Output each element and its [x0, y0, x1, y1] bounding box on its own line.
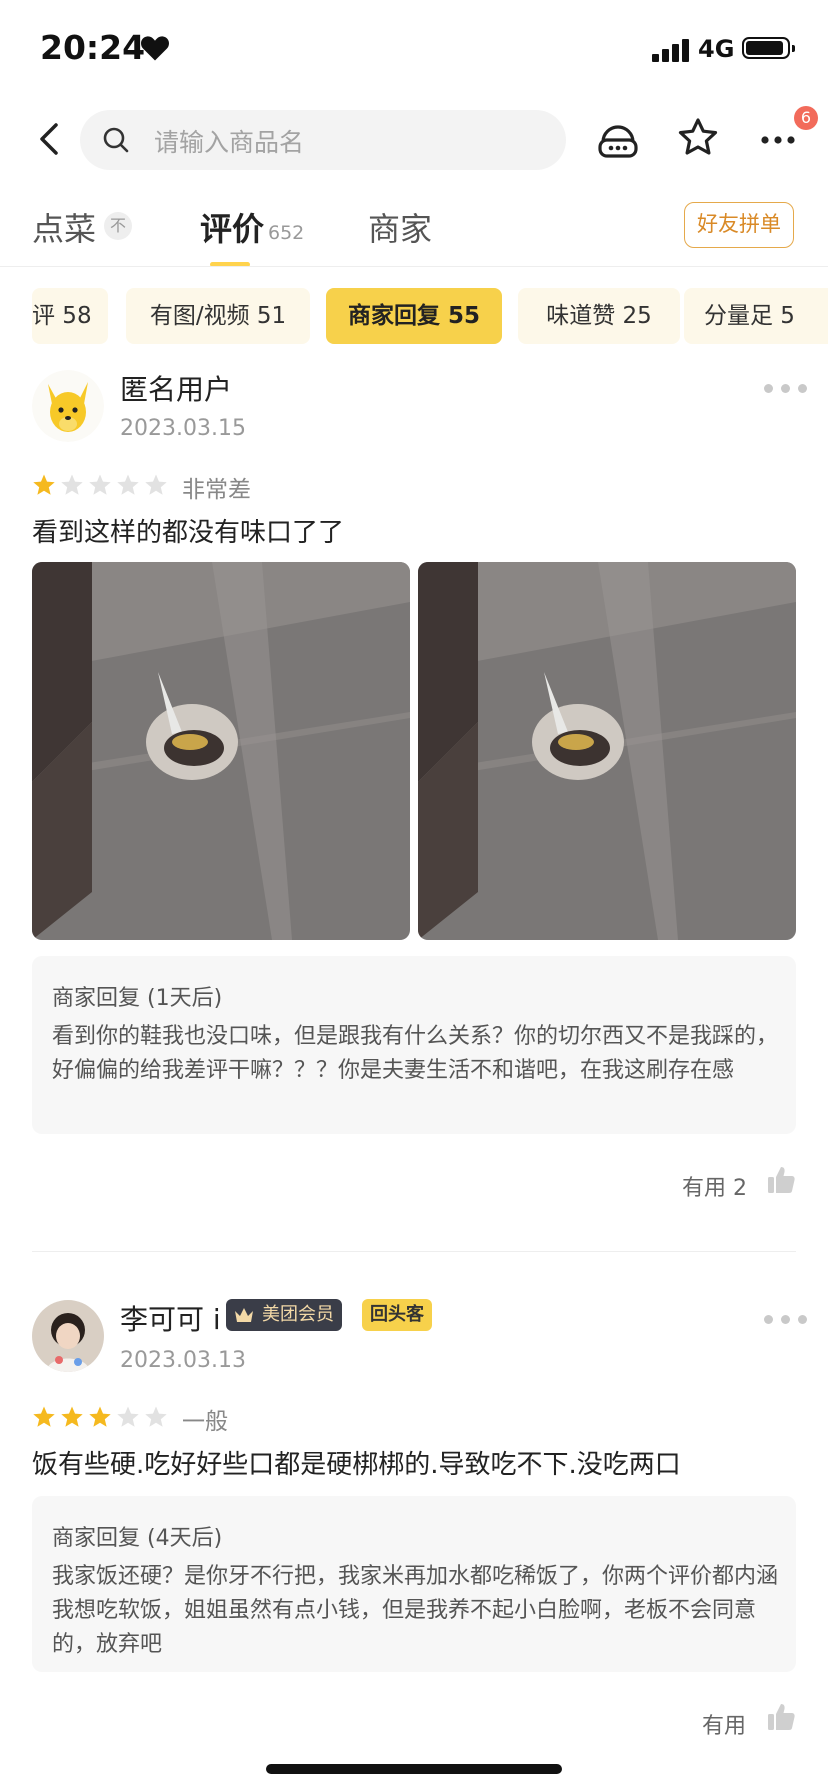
merchant-reply-title: 商家回复 (1天后): [52, 986, 223, 1011]
review-content: 看到这样的都没有味口了了: [32, 518, 345, 548]
member-badge: 美团会员: [226, 1299, 342, 1331]
home-indicator[interactable]: [266, 1764, 562, 1774]
search-icon: [103, 127, 129, 153]
search-placeholder: 请输入商品名: [154, 128, 305, 157]
rating-text: 一般: [182, 1409, 228, 1435]
search-input[interactable]: 请输入商品名: [80, 110, 566, 170]
review-username: 匿名用户: [120, 373, 233, 406]
review-content: 饭有些硬.吃好好些口都是硬梆梆的.导致吃不下.没吃两口: [32, 1450, 681, 1480]
star-rating: [32, 1405, 172, 1429]
thumbs-up-icon[interactable]: [766, 1165, 796, 1195]
heart-icon: [141, 36, 169, 61]
thumbs-up-icon[interactable]: [766, 1702, 796, 1732]
tab-merchant[interactable]: 商家: [368, 204, 432, 250]
star-empty-icon: [116, 1405, 140, 1429]
tab-reviews-count: 652: [268, 222, 305, 244]
star-filled-icon: [88, 1405, 112, 1429]
review-date: 2023.03.13: [120, 1348, 246, 1373]
status-time: 20:24: [40, 28, 146, 67]
review-separator: [32, 1251, 796, 1252]
user-photo-avatar: [32, 1300, 104, 1372]
filter-chip-tasty[interactable]: 味道赞 25: [518, 288, 680, 344]
filter-chip-merchant-reply[interactable]: 商家回复 55: [326, 288, 502, 344]
rating-text: 非常差: [182, 477, 251, 503]
tab-divider: [0, 266, 828, 267]
star-filled-icon: [32, 473, 56, 497]
crown-icon: [235, 1308, 253, 1322]
tab-order[interactable]: 点菜: [32, 204, 96, 250]
review-photo[interactable]: [32, 562, 410, 940]
merchant-reply-body: 我家饭还硬？是你牙不行把，我家米再加水都吃稀饭了，你两个评价都内涵我想吃软饭，姐…: [52, 1564, 779, 1657]
pin-icon: 不: [104, 212, 132, 240]
star-rating: [32, 473, 172, 497]
review-date: 2023.03.15: [120, 416, 246, 441]
repeat-customer-badge: 回头客: [362, 1299, 432, 1331]
filter-chip-portion[interactable]: 分量足 5: [684, 288, 828, 344]
review-username: 李可可 i: [120, 1303, 221, 1336]
filter-chip-photos[interactable]: 有图/视频 51: [126, 288, 310, 344]
customer-service-icon[interactable]: [596, 118, 640, 162]
group-order-button[interactable]: 好友拼单: [684, 202, 794, 248]
photo-floor-bag: [418, 562, 796, 940]
star-filled-icon: [60, 1405, 84, 1429]
star-empty-icon: [88, 473, 112, 497]
useful-count: 有用 2: [682, 1176, 747, 1201]
favorite-star-icon[interactable]: [676, 116, 720, 160]
review-photo[interactable]: [418, 562, 796, 940]
avatar[interactable]: [32, 370, 104, 442]
merchant-reply-body: 看到你的鞋我也没口味，但是跟我有什么关系？你的切尔西又不是我踩的，好偏偏的给我差…: [52, 1024, 779, 1083]
notification-badge: 6: [794, 106, 818, 130]
photo-floor-bag: [32, 562, 410, 940]
merchant-reply: 商家回复 (4天后) 我家饭还硬？是你牙不行把，我家米再加水都吃稀饭了，你两个评…: [32, 1496, 796, 1672]
star-empty-icon: [144, 1405, 168, 1429]
battery-icon: [742, 37, 795, 59]
merchant-reply-title: 商家回复 (4天后): [52, 1526, 223, 1551]
star-empty-icon: [60, 473, 84, 497]
avatar[interactable]: [32, 1300, 104, 1372]
tab-reviews[interactable]: 评价: [200, 204, 264, 250]
filter-chip-all[interactable]: 评 58: [32, 288, 108, 344]
useful-count: 有用: [702, 1714, 747, 1739]
star-empty-icon: [144, 473, 168, 497]
review-more-icon[interactable]: [764, 1315, 808, 1325]
star-filled-icon: [32, 1405, 56, 1429]
network-label: 4G: [698, 35, 735, 63]
star-empty-icon: [116, 473, 140, 497]
back-arrow-icon[interactable]: [36, 122, 64, 156]
kangaroo-mascot-icon: [32, 370, 104, 442]
merchant-reply: 商家回复 (1天后) 看到你的鞋我也没口味，但是跟我有什么关系？你的切尔西又不是…: [32, 956, 796, 1134]
review-more-icon[interactable]: [764, 384, 808, 394]
signal-icon: [652, 38, 692, 62]
more-options-icon[interactable]: [756, 118, 800, 162]
